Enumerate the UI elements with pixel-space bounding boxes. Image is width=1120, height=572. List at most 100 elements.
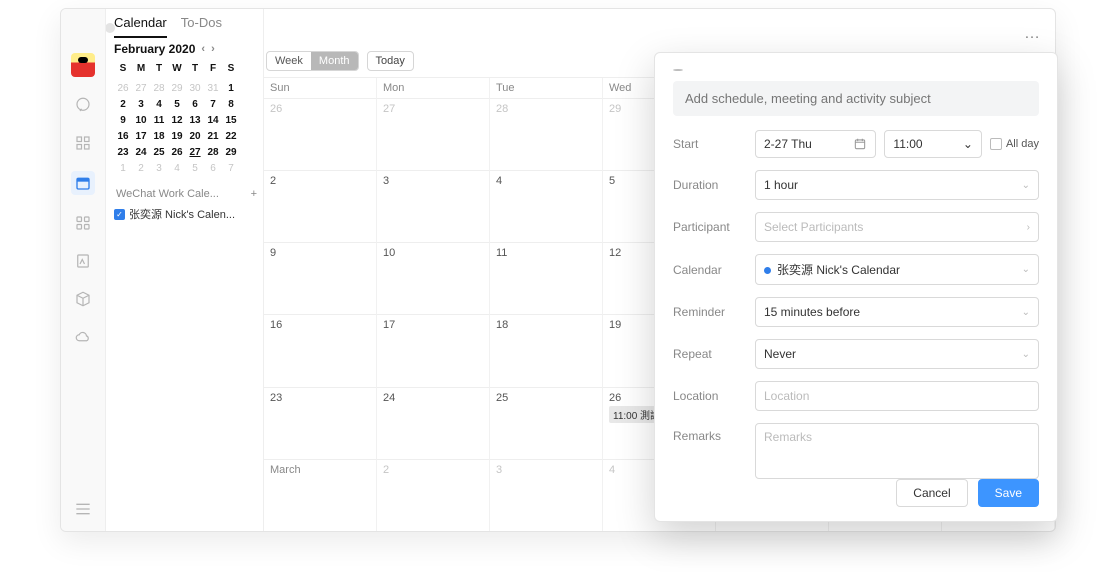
day-cell[interactable]: March (264, 459, 377, 531)
location-input[interactable]: Location (755, 381, 1039, 411)
mini-day-cell[interactable]: 19 (168, 128, 186, 144)
mini-day-cell[interactable]: 1 (222, 80, 240, 96)
subject-input[interactable] (673, 81, 1039, 116)
popup-close-icon[interactable] (673, 69, 683, 71)
day-number: 5 (609, 175, 615, 187)
start-time-value: 11:00 (893, 137, 922, 151)
mini-day-cell[interactable]: 13 (186, 112, 204, 128)
mini-day-cell[interactable]: 5 (186, 160, 204, 176)
box-icon[interactable] (73, 289, 93, 309)
mini-day-cell[interactable]: 16 (114, 128, 132, 144)
day-cell[interactable]: 28 (490, 98, 603, 170)
calendar-select[interactable]: 张奕源 Nick's Calendar ⌄ (755, 254, 1039, 285)
all-day-checkbox[interactable]: All day (990, 138, 1039, 150)
day-cell[interactable]: 17 (377, 314, 490, 386)
cloud-icon[interactable] (73, 327, 93, 347)
mini-day-cell[interactable]: 3 (132, 96, 150, 112)
start-date-picker[interactable]: 2-27 Thu (755, 130, 876, 158)
mini-day-cell[interactable]: 4 (168, 160, 186, 176)
mini-day-cell[interactable]: 5 (168, 96, 186, 112)
add-calendar-icon[interactable]: + (251, 188, 257, 200)
mini-day-cell[interactable]: 21 (204, 128, 222, 144)
mini-day-cell[interactable]: 6 (186, 96, 204, 112)
day-cell[interactable]: 26 (264, 98, 377, 170)
mini-day-cell[interactable]: 28 (204, 144, 222, 160)
day-cell[interactable]: 11 (490, 242, 603, 314)
day-cell[interactable]: 10 (377, 242, 490, 314)
mini-day-cell[interactable]: 27 (186, 144, 204, 160)
mini-day-cell[interactable]: 20 (186, 128, 204, 144)
duration-select[interactable]: 1 hour ⌄ (755, 170, 1039, 200)
day-cell[interactable]: 18 (490, 314, 603, 386)
mini-day-cell[interactable]: 8 (222, 96, 240, 112)
day-cell[interactable]: 3 (490, 459, 603, 531)
mini-day-cell[interactable]: 29 (168, 80, 186, 96)
checkbox-icon[interactable]: ✓ (114, 209, 125, 220)
mini-day-cell[interactable]: 28 (150, 80, 168, 96)
more-menu-icon[interactable]: … (1024, 25, 1041, 43)
reminder-select[interactable]: 15 minutes before ⌄ (755, 297, 1039, 327)
mini-day-cell[interactable]: 6 (204, 160, 222, 176)
remarks-input[interactable]: Remarks (755, 423, 1039, 479)
calendar-list-item[interactable]: ✓ 张奕源 Nick's Calen... (114, 206, 259, 222)
mini-day-cell[interactable]: 1 (114, 160, 132, 176)
mini-day-cell[interactable]: 10 (132, 112, 150, 128)
mini-day-cell[interactable]: 11 (150, 112, 168, 128)
mini-day-cell[interactable]: 24 (132, 144, 150, 160)
docs-icon[interactable] (73, 251, 93, 271)
day-cell[interactable]: 25 (490, 387, 603, 459)
mini-day-cell[interactable]: 29 (222, 144, 240, 160)
mini-day-cell[interactable]: 17 (132, 128, 150, 144)
chat-icon[interactable] (73, 95, 93, 115)
contacts-icon[interactable] (73, 133, 93, 153)
mini-day-cell[interactable]: 31 (204, 80, 222, 96)
mini-day-cell[interactable]: 7 (222, 160, 240, 176)
mini-day-cell[interactable]: 4 (150, 96, 168, 112)
label-remarks: Remarks (673, 423, 745, 443)
cancel-button[interactable]: Cancel (896, 479, 967, 507)
avatar[interactable] (71, 53, 95, 77)
participant-select[interactable]: Select Participants › (755, 212, 1039, 242)
apps-icon[interactable] (73, 213, 93, 233)
tab-calendar[interactable]: Calendar (114, 15, 167, 38)
mini-day-cell[interactable]: 30 (186, 80, 204, 96)
seg-week-button[interactable]: Week (267, 52, 311, 70)
mini-day-cell[interactable]: 18 (150, 128, 168, 144)
day-cell[interactable]: 24 (377, 387, 490, 459)
day-cell[interactable]: 16 (264, 314, 377, 386)
mini-day-cell[interactable]: 14 (204, 112, 222, 128)
day-cell[interactable]: 2 (264, 170, 377, 242)
mini-day-cell[interactable]: 12 (168, 112, 186, 128)
mini-day-cell[interactable]: 22 (222, 128, 240, 144)
chevron-right-icon: › (1027, 222, 1030, 233)
start-date-value: 2-27 Thu (764, 137, 812, 151)
repeat-select[interactable]: Never ⌄ (755, 339, 1039, 369)
tab-todos[interactable]: To-Dos (181, 15, 222, 38)
mini-day-cell[interactable]: 26 (114, 80, 132, 96)
start-time-select[interactable]: 11:00 ⌄ (884, 130, 982, 158)
mini-day-cell[interactable]: 9 (114, 112, 132, 128)
seg-month-button[interactable]: Month (311, 52, 358, 70)
mini-day-cell[interactable]: 7 (204, 96, 222, 112)
menu-icon[interactable] (73, 499, 93, 519)
calendar-icon[interactable] (71, 171, 95, 195)
save-button[interactable]: Save (978, 479, 1039, 507)
day-cell[interactable]: 2 (377, 459, 490, 531)
mini-day-cell[interactable]: 25 (150, 144, 168, 160)
mini-day-cell[interactable]: 3 (150, 160, 168, 176)
mini-day-cell[interactable]: 2 (114, 96, 132, 112)
mini-next-icon[interactable]: › (211, 43, 215, 55)
mini-day-cell[interactable]: 2 (132, 160, 150, 176)
mini-day-cell[interactable]: 15 (222, 112, 240, 128)
day-cell[interactable]: 9 (264, 242, 377, 314)
day-cell[interactable]: 4 (490, 170, 603, 242)
mini-day-cell[interactable]: 27 (132, 80, 150, 96)
day-cell[interactable]: 3 (377, 170, 490, 242)
mini-prev-icon[interactable]: ‹ (201, 43, 205, 55)
today-button[interactable]: Today (367, 51, 414, 71)
day-cell[interactable]: 23 (264, 387, 377, 459)
mini-day-cell[interactable]: 26 (168, 144, 186, 160)
day-cell[interactable]: 27 (377, 98, 490, 170)
zoom-window-icon[interactable] (105, 23, 115, 33)
mini-day-cell[interactable]: 23 (114, 144, 132, 160)
